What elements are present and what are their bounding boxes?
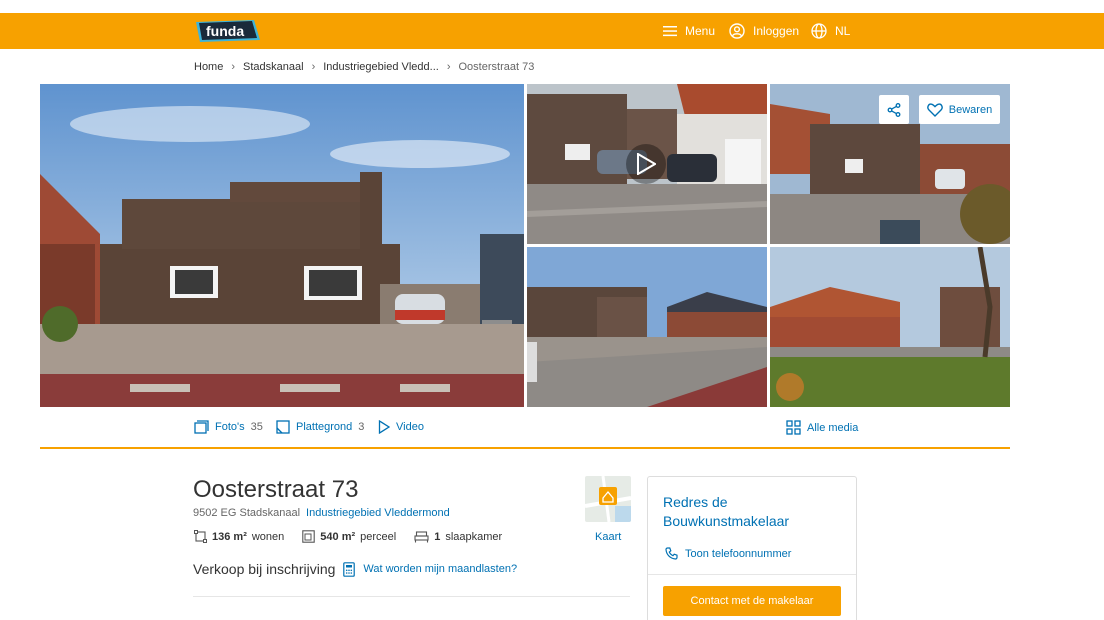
main-photo[interactable]: [40, 84, 524, 407]
phone-icon: [665, 547, 678, 560]
menu-label: Menu: [685, 24, 716, 38]
neighborhood-link[interactable]: Industriegebied Vleddermond: [306, 507, 450, 519]
calculator-icon: [343, 561, 356, 577]
floorplan-count: 3: [358, 421, 365, 433]
floorplan-label: Plattegrond: [296, 421, 353, 433]
grid-icon: [786, 420, 801, 435]
listing-features: 136 m² wonen 540 m² perceel 1 slaapkamer: [194, 530, 502, 543]
media-bar: Foto's 35 Plattegrond 3 Video Alle media: [40, 414, 1010, 442]
agent-card-divider: [648, 574, 856, 575]
living-area-label: wonen: [251, 530, 285, 543]
save-label: Bewaren: [948, 103, 993, 116]
show-phone-link[interactable]: Toon telefoonnummer: [665, 547, 791, 560]
listing-address: 9502 EG Stadskanaal Industriegebied Vled…: [193, 507, 450, 519]
menu-button[interactable]: Menu: [663, 13, 715, 49]
breadcrumb-home[interactable]: Home: [194, 61, 223, 73]
plot-area-icon: [302, 530, 316, 543]
user-circle-icon: [729, 23, 745, 39]
breadcrumb-city[interactable]: Stadskanaal: [243, 61, 304, 73]
play-video-button[interactable]: [626, 144, 666, 184]
house-photo-image: [40, 84, 524, 407]
agent-card: Redres de Bouwkunstmakelaar Toon telefoo…: [647, 476, 857, 620]
monthly-costs-link[interactable]: Wat worden mijn maandlasten?: [363, 563, 517, 575]
photo-thumbnail-3[interactable]: [527, 247, 767, 407]
plot-area-value: 540 m²: [320, 530, 356, 543]
bedrooms-value: 1: [434, 530, 441, 543]
breadcrumb-neighborhood[interactable]: Industriegebied Vledd...: [323, 61, 439, 73]
map-icon: [585, 476, 631, 522]
play-icon: [637, 153, 656, 175]
photo-thumbnail-4[interactable]: [770, 247, 1010, 407]
globe-icon: [811, 23, 827, 39]
living-area-icon: [194, 530, 207, 543]
contact-agent-button[interactable]: Contact met de makelaar: [663, 586, 841, 616]
share-button[interactable]: [879, 95, 909, 124]
photos-icon: [194, 420, 209, 434]
save-button[interactable]: Bewaren: [919, 95, 1000, 124]
map-thumbnail[interactable]: [585, 476, 631, 522]
logo-icon: funda: [196, 20, 260, 42]
chevron-right-icon: ›: [446, 61, 451, 73]
floorplan-tab[interactable]: Plattegrond 3: [276, 420, 364, 434]
site-header: funda Menu Inloggen NL: [0, 13, 1104, 49]
heart-icon: [926, 102, 943, 117]
street-photo-image: [527, 247, 767, 407]
living-area-value: 136 m²: [212, 530, 247, 543]
video-tab[interactable]: Video: [378, 420, 424, 434]
postcode-city: 9502 EG Stadskanaal: [193, 507, 301, 519]
language-label: NL: [835, 24, 851, 38]
svg-text:funda: funda: [206, 23, 244, 39]
map-link[interactable]: Kaart: [595, 531, 621, 543]
living-area-feature: 136 m² wonen: [194, 530, 284, 543]
sale-type: Verkoop bij inschrijving: [193, 561, 336, 577]
play-outline-icon: [378, 420, 390, 434]
chevron-right-icon: ›: [311, 61, 316, 73]
login-button[interactable]: Inloggen: [729, 13, 799, 49]
show-phone-label: Toon telefoonnummer: [685, 547, 792, 560]
breadcrumb: Home › Stadskanaal › Industriegebied Vle…: [194, 59, 534, 75]
video-label: Video: [396, 421, 424, 433]
login-label: Inloggen: [753, 24, 800, 38]
photos-tab[interactable]: Foto's 35: [194, 420, 263, 434]
all-media-tab[interactable]: Alle media: [786, 420, 858, 435]
share-icon: [887, 102, 901, 117]
language-button[interactable]: NL: [811, 13, 850, 49]
content-divider: [193, 596, 630, 597]
photos-count: 35: [250, 421, 263, 433]
hamburger-icon: [663, 26, 677, 37]
photos-label: Foto's: [215, 421, 245, 433]
plot-area-label: perceel: [360, 530, 397, 543]
listing-title: Oosterstraat 73: [193, 476, 359, 503]
top-whitespace: [0, 0, 1104, 13]
breadcrumb-current: Oosterstraat 73: [458, 61, 535, 73]
section-divider: [40, 447, 1010, 449]
all-media-label: Alle media: [807, 421, 859, 434]
bed-icon: [414, 530, 429, 542]
park-view-photo-image: [770, 247, 1010, 407]
bedrooms-label: slaapkamer: [445, 530, 503, 543]
funda-logo[interactable]: funda: [194, 18, 262, 44]
floorplan-icon: [276, 420, 290, 434]
plot-area-feature: 540 m² perceel: [302, 530, 396, 543]
bedrooms-feature: 1 slaapkamer: [414, 530, 502, 543]
agent-name[interactable]: Redres de Bouwkunstmakelaar: [663, 493, 813, 531]
chevron-right-icon: ›: [231, 61, 236, 73]
sale-row: Verkoop bij inschrijving Wat worden mijn…: [193, 561, 517, 577]
